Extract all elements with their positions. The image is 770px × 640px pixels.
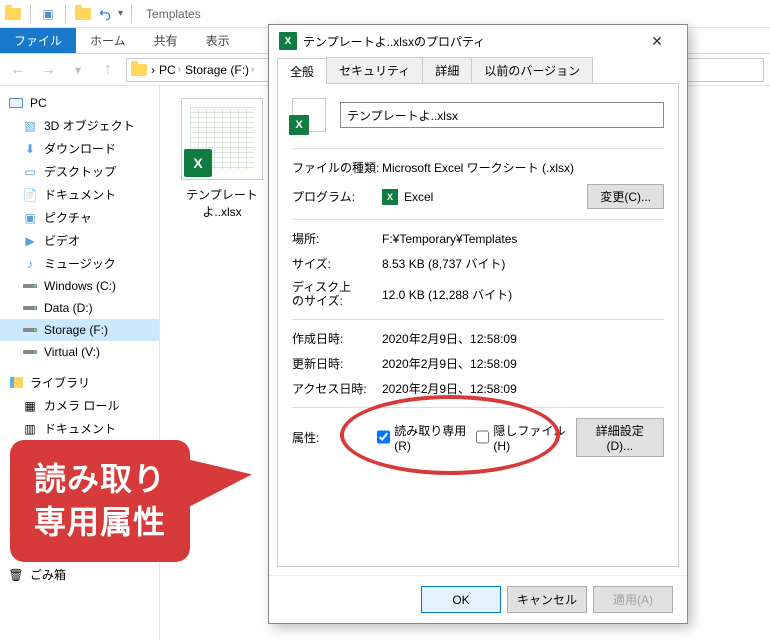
file-type-icon: X [292, 98, 326, 132]
apply-button[interactable]: 適用(A) [593, 586, 673, 613]
file-thumbnail: X [181, 98, 263, 180]
music-icon: ♪ [22, 256, 38, 272]
documents-icon: ▥ [22, 421, 38, 437]
forward-button[interactable]: → [36, 58, 60, 82]
label-program: プログラム: [292, 188, 382, 205]
desktop-icon: ▭ [22, 164, 38, 180]
tab-security[interactable]: セキュリティ [326, 57, 423, 83]
label-disk-size: ディスク上 のサイズ: [292, 280, 382, 309]
tree-item-drive[interactable]: Data (D:) [0, 297, 159, 319]
tree-item[interactable]: ♪ミュージック [0, 252, 159, 275]
tab-general[interactable]: 全般 [277, 58, 327, 84]
dialog-tabs: 全般 セキュリティ 詳細 以前のバージョン [269, 57, 687, 83]
tree-item[interactable]: ⬇ダウンロード [0, 137, 159, 160]
dialog-button-row: OK キャンセル 適用(A) [269, 575, 687, 623]
recent-dropdown[interactable]: ▾ [66, 58, 90, 82]
close-button[interactable]: ✕ [637, 27, 677, 55]
videos-icon: ▶ [22, 233, 38, 249]
recycle-bin-icon: 🗑 [8, 567, 24, 583]
pictures-icon: ▣ [22, 210, 38, 226]
label-created: 作成日時: [292, 330, 382, 347]
label-accessed: アクセス日時: [292, 380, 382, 397]
tab-home[interactable]: ホーム [76, 28, 140, 53]
value-program: Excel [404, 190, 433, 204]
tree-item[interactable]: ▣ピクチャ [0, 206, 159, 229]
downloads-icon: ⬇ [22, 141, 38, 157]
value-size: 8.53 KB (8,737 バイト) [382, 255, 664, 272]
value-type: Microsoft Excel ワークシート (.xlsx) [382, 159, 664, 176]
cancel-button[interactable]: キャンセル [507, 586, 587, 613]
tree-item-drive[interactable]: Windows (C:) [0, 275, 159, 297]
excel-icon: X [382, 189, 398, 205]
documents-icon: 📄 [22, 187, 38, 203]
tree-item-drive[interactable]: Virtual (V:) [0, 341, 159, 363]
tree-item-recycle-bin[interactable]: 🗑ごみ箱 [0, 563, 159, 586]
ok-button[interactable]: OK [421, 586, 501, 613]
pc-icon [8, 95, 24, 111]
window-title: Templates [146, 7, 201, 21]
file-item[interactable]: X テンプレートよ..xlsx [172, 98, 272, 220]
excel-icon: X [279, 32, 297, 50]
label-size: サイズ: [292, 255, 382, 272]
annotation-callout: 読み取り 専用属性 [10, 440, 190, 562]
value-disk-size: 12.0 KB (12,288 バイト) [382, 286, 664, 303]
tree-item[interactable]: ▶ビデオ [0, 229, 159, 252]
advanced-button[interactable]: 詳細設定(D)... [576, 418, 664, 457]
change-program-button[interactable]: 変更(C)... [587, 184, 664, 209]
tree-item-drive[interactable]: Storage (F:) [0, 319, 159, 341]
tree-item-libraries[interactable]: ライブラリ [0, 371, 159, 394]
file-name-label: テンプレートよ..xlsx [172, 186, 272, 220]
tab-share[interactable]: 共有 [140, 28, 192, 53]
value-created: 2020年2月9日、12:58:09 [382, 330, 664, 347]
undo-icon[interactable] [96, 5, 114, 23]
tree-item[interactable]: ▭デスクトップ [0, 160, 159, 183]
excel-icon: X [184, 149, 212, 177]
callout-line2: 専用属性 [34, 501, 166, 544]
up-button[interactable]: ↑ [96, 58, 120, 82]
properties-dialog: X テンプレートよ..xlsxのプロパティ ✕ 全般 セキュリティ 詳細 以前の… [268, 24, 688, 624]
objects-3d-icon: ▧ [22, 118, 38, 134]
dialog-title-bar: X テンプレートよ..xlsxのプロパティ ✕ [269, 25, 687, 57]
disk-icon [22, 300, 38, 316]
dropdown-icon[interactable]: ▾ [118, 8, 123, 19]
breadcrumb-segment[interactable]: Storage (F:) › [185, 63, 254, 77]
folder-icon [4, 5, 22, 23]
label-type: ファイルの種類: [292, 159, 382, 176]
camera-roll-icon: ▦ [22, 398, 38, 414]
filename-input[interactable] [340, 102, 664, 128]
dialog-body: X ファイルの種類:Microsoft Excel ワークシート (.xlsx)… [277, 83, 679, 567]
label-attributes: 属性: [292, 429, 367, 446]
disk-icon [22, 322, 38, 338]
tree-item[interactable]: ▦カメラ ロール [0, 394, 159, 417]
value-modified: 2020年2月9日、12:58:09 [382, 355, 664, 372]
properties-icon[interactable]: ▣ [39, 5, 57, 23]
folder-icon [131, 62, 147, 78]
tab-file[interactable]: ファイル [0, 28, 76, 53]
tree-item-pc[interactable]: PC [0, 92, 159, 114]
value-accessed: 2020年2月9日、12:58:09 [382, 380, 664, 397]
tab-details[interactable]: 詳細 [422, 57, 472, 83]
value-location: F:¥Temporary¥Templates [382, 232, 664, 246]
disk-icon [22, 278, 38, 294]
tab-previous-versions[interactable]: 以前のバージョン [471, 57, 593, 83]
tree-item[interactable]: ▧3D オブジェクト [0, 114, 159, 137]
breadcrumb-segment[interactable]: PC › [159, 63, 181, 77]
chevron-right-icon: › [151, 63, 155, 77]
hidden-checkbox[interactable]: 隠しファイル(H) [476, 422, 565, 453]
folder-open-icon[interactable] [74, 5, 92, 23]
back-button[interactable]: ← [6, 58, 30, 82]
callout-line1: 読み取り [34, 458, 166, 501]
readonly-checkbox[interactable]: 読み取り専用(R) [377, 422, 466, 453]
library-icon [8, 375, 24, 391]
label-modified: 更新日時: [292, 355, 382, 372]
tree-item[interactable]: ▥ドキュメント [0, 417, 159, 440]
disk-icon [22, 344, 38, 360]
tab-view[interactable]: 表示 [192, 28, 244, 53]
dialog-title: テンプレートよ..xlsxのプロパティ [303, 33, 485, 50]
label-location: 場所: [292, 230, 382, 247]
tree-item[interactable]: 📄ドキュメント [0, 183, 159, 206]
